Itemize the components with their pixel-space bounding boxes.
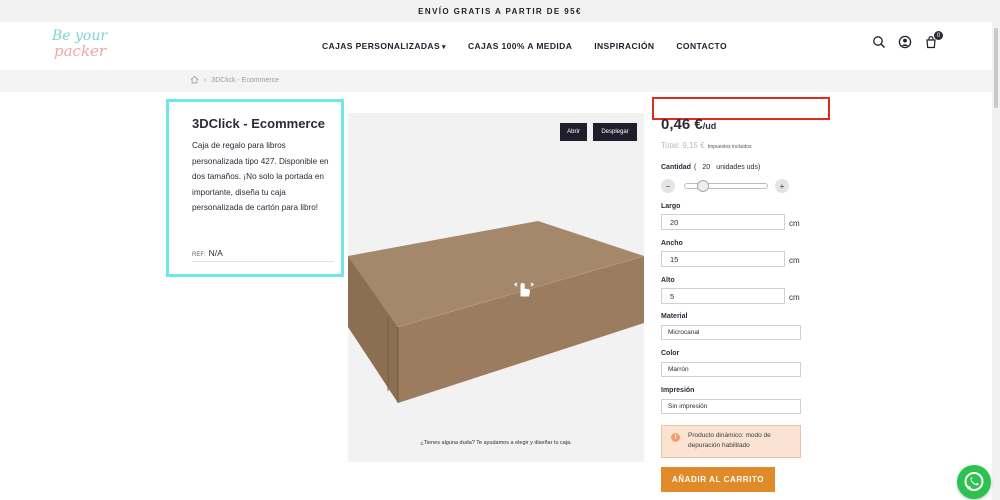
quantity-slider-row: − +	[661, 179, 791, 193]
scrollbar-thumb[interactable]	[994, 28, 998, 108]
ref-value: N/A	[208, 248, 223, 258]
debug-notice-text: Producto dinámico: modo de depuración ha…	[688, 432, 771, 449]
nav-item-label: CONTACTO	[676, 41, 727, 51]
unit-price-suffix: /ud	[702, 121, 717, 131]
product-3d-viewer[interactable]: Abrir Desplegar ¿Tienes alguna duda? Te …	[348, 113, 644, 462]
product-description: Caja de regalo para libros personalizada…	[192, 141, 329, 213]
cart-count-badge: 0	[934, 31, 943, 40]
site-logo[interactable]: Be your packer	[52, 28, 122, 64]
whatsapp-button[interactable]	[957, 465, 991, 499]
search-icon[interactable]	[872, 35, 886, 49]
announcement-text: ENVÍO GRATIS A PARTIR DE 95€	[418, 6, 582, 16]
quantity-unit: unidades uds)	[716, 164, 761, 171]
chevron-right-icon: ›	[204, 77, 207, 84]
largo-unit: cm	[789, 219, 800, 228]
nav-item-cajas-a-medida[interactable]: CAJAS 100% A MEDIDA	[468, 41, 572, 51]
product-ref: REF: N/A	[192, 248, 334, 262]
quantity-increase-button[interactable]: +	[775, 179, 789, 193]
viewer-help-text: ¿Tienes alguna duda? Te ayudamos a elegi…	[420, 440, 572, 446]
plus-icon: +	[779, 181, 785, 191]
cart-icon[interactable]: 0	[924, 31, 943, 49]
quantity-slider-handle[interactable]	[696, 180, 709, 192]
quantity-row: Cantidad ( 20 unidades uds)	[661, 164, 760, 171]
largo-input[interactable]: 20	[661, 214, 785, 230]
info-icon: !	[671, 433, 680, 442]
material-label: Material	[661, 313, 688, 320]
quantity-label: Cantidad	[661, 164, 691, 171]
ancho-unit: cm	[789, 256, 800, 265]
material-select[interactable]: Microcanal	[661, 325, 801, 340]
logo-line-2: packer	[54, 42, 107, 60]
color-select[interactable]: Marrón	[661, 362, 801, 377]
main-nav: CAJAS PERSONALIZADAS ▾ CAJAS 100% A MEDID…	[322, 22, 727, 70]
quantity-input[interactable]: 20	[699, 164, 713, 171]
quantity-open-paren: (	[693, 164, 697, 171]
unit-price-value: 0,46 €	[661, 116, 703, 133]
ancho-input[interactable]: 15	[661, 251, 785, 267]
nav-item-cajas-personalizadas[interactable]: CAJAS PERSONALIZADAS ▾	[322, 41, 446, 51]
impresion-select[interactable]: Sin impresión	[661, 399, 801, 414]
add-to-cart-label: AÑADIR AL CARRITO	[671, 475, 765, 484]
total-price-label: Total: 9,15 €	[661, 141, 705, 150]
debug-notice: ! Producto dinámico: modo de depuración …	[661, 425, 801, 458]
site-header: Be your packer CAJAS PERSONALIZADAS ▾ CAJ…	[0, 22, 992, 70]
largo-label: Largo	[661, 203, 681, 210]
impresion-label: Impresión	[661, 387, 695, 394]
ancho-label: Ancho	[661, 240, 683, 247]
product-info-box: 3DClick - Ecommerce Caja de regalo para …	[166, 99, 344, 277]
total-price: Total: 9,15 € Impuestos incluidos	[661, 141, 752, 150]
breadcrumb: › 3DClick - Ecommerce	[190, 75, 279, 86]
user-icon[interactable]	[898, 35, 912, 49]
whatsapp-icon	[964, 472, 984, 491]
nav-item-label: INSPIRACIÓN	[594, 41, 655, 51]
ref-label: REF:	[192, 252, 206, 258]
announcement-bar: ENVÍO GRATIS A PARTIR DE 95€	[0, 0, 1000, 22]
alto-input[interactable]: 5	[661, 288, 785, 304]
breadcrumb-bar: › 3DClick - Ecommerce	[0, 70, 992, 92]
nav-item-contacto[interactable]: CONTACTO	[676, 41, 727, 51]
box-3d-render	[348, 221, 644, 403]
color-label: Color	[661, 350, 680, 357]
quantity-decrease-button[interactable]: −	[661, 179, 675, 193]
nav-item-label: CAJAS 100% A MEDIDA	[467, 41, 573, 51]
chevron-down-icon: ▾	[442, 44, 446, 51]
alto-unit: cm	[789, 293, 800, 302]
nav-item-label: CAJAS PERSONALIZADAS	[322, 41, 441, 51]
nav-item-inspiracion[interactable]: INSPIRACIÓN	[594, 41, 654, 51]
breadcrumb-current: 3DClick - Ecommerce	[211, 77, 280, 84]
add-to-cart-button[interactable]: AÑADIR AL CARRITO	[661, 467, 775, 492]
minus-icon: −	[665, 181, 671, 191]
tax-note: Impuestos incluidos	[707, 144, 752, 150]
header-icons: 0	[872, 31, 943, 49]
home-icon[interactable]	[190, 75, 199, 86]
alto-label: Alto	[661, 277, 675, 284]
product-title: 3DClick - Ecommerce	[192, 116, 325, 131]
unit-price: 0,46 €/ud	[661, 116, 716, 133]
drag-rotate-icon	[514, 282, 534, 297]
